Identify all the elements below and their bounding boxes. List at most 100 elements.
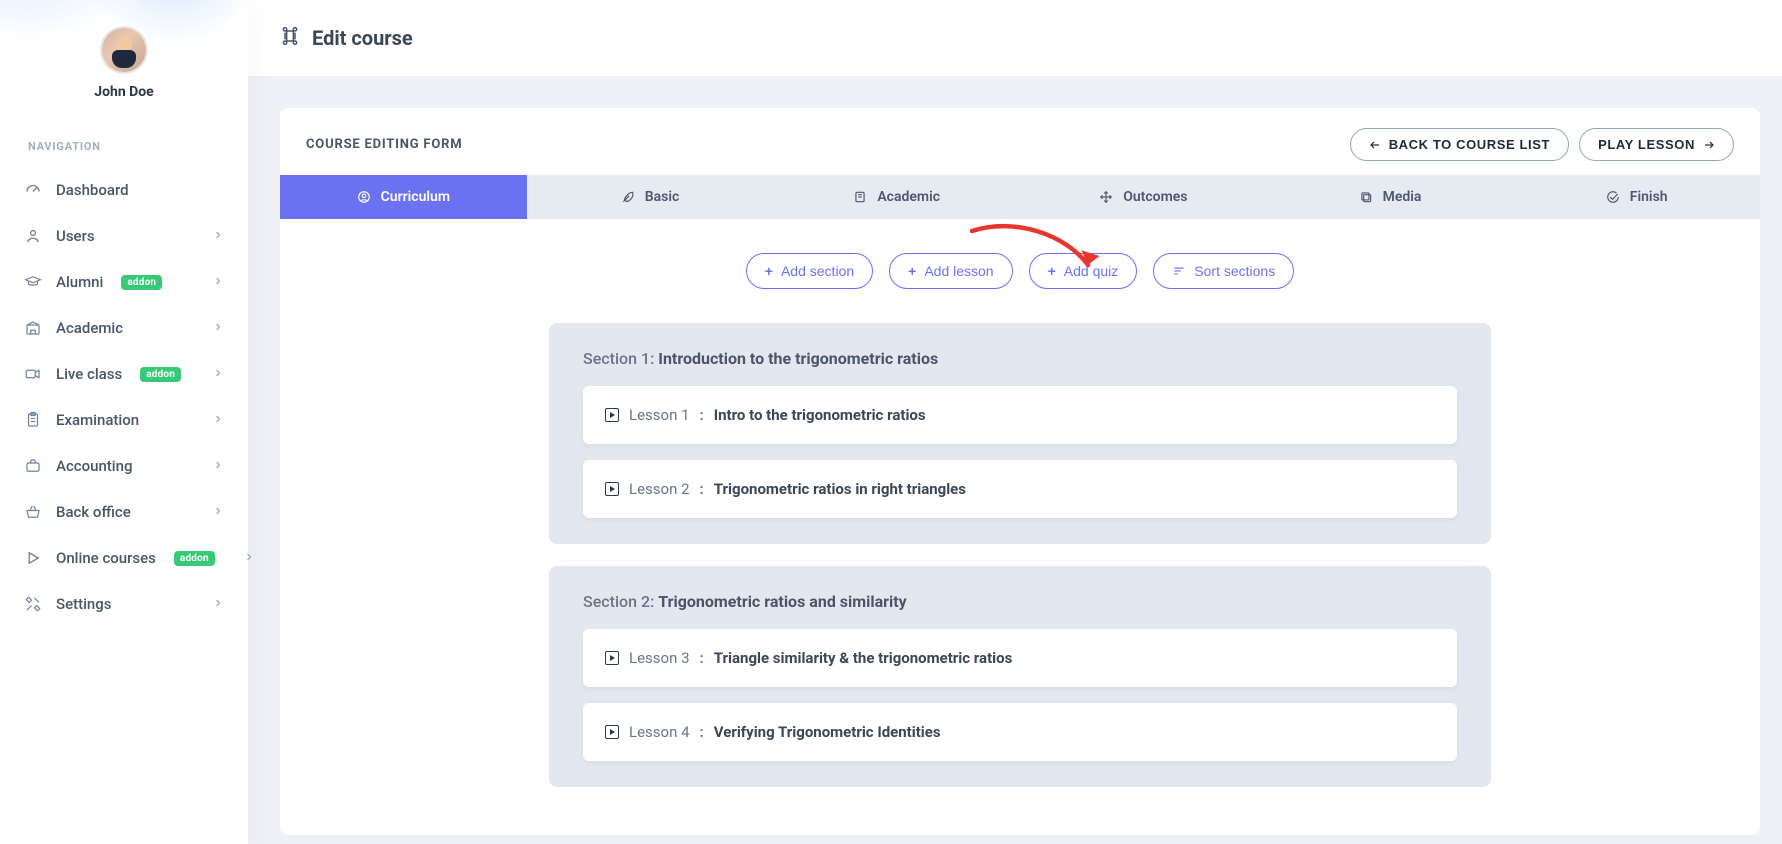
sidebar-item-back-office[interactable]: Back office: [0, 489, 248, 535]
curriculum-body: + Add section + Add lesson + Add quiz So…: [280, 219, 1760, 835]
lesson-row[interactable]: Lesson 3 : Triangle similarity & the tri…: [583, 629, 1457, 687]
user-circle-icon: [357, 190, 371, 204]
sidebar-item-alumni[interactable]: Alumni addon: [0, 259, 248, 305]
addon-badge: addon: [174, 551, 215, 566]
chevron-right-icon: [212, 595, 224, 613]
lesson-row[interactable]: Lesson 2 : Trigonometric ratios in right…: [583, 460, 1457, 518]
sidebar-item-live-class[interactable]: Live class addon: [0, 351, 248, 397]
tab-media[interactable]: Media: [1267, 175, 1514, 219]
sidebar-item-accounting[interactable]: Accounting: [0, 443, 248, 489]
command-icon: [280, 26, 300, 50]
sidebar: John Doe NAVIGATION Dashboard Users Alum: [0, 0, 248, 844]
video-lesson-icon: [605, 725, 619, 739]
section-title: Section 2: Trigonometric ratios and simi…: [583, 592, 1457, 611]
section-block: Section 2: Trigonometric ratios and simi…: [549, 566, 1491, 787]
tab-label: Academic: [877, 189, 940, 205]
gauge-icon: [24, 181, 42, 199]
avatar[interactable]: [102, 28, 146, 72]
tab-curriculum[interactable]: Curriculum: [280, 175, 527, 219]
sidebar-item-users[interactable]: Users: [0, 213, 248, 259]
tab-label: Basic: [645, 189, 680, 205]
tab-label: Finish: [1630, 189, 1668, 205]
play-lesson-button[interactable]: PLAY LESSON: [1579, 128, 1734, 161]
user-icon: [24, 227, 42, 245]
sidebar-item-online-courses[interactable]: Online courses addon: [0, 535, 248, 581]
chevron-right-icon: [212, 365, 224, 383]
video-lesson-icon: [605, 651, 619, 665]
chevron-right-icon: [212, 411, 224, 429]
play-icon: [24, 549, 42, 567]
feather-icon: [621, 190, 635, 204]
arrow-left-icon: [1369, 139, 1381, 151]
sidebar-item-settings[interactable]: Settings: [0, 581, 248, 627]
lesson-prefix: Lesson 3: [629, 649, 690, 667]
section-title-text: Trigonometric ratios and similarity: [658, 592, 906, 611]
card-head: COURSE EDITING FORM BACK TO COURSE LIST …: [280, 108, 1760, 175]
add-lesson-button[interactable]: + Add lesson: [889, 253, 1012, 289]
building-icon: [24, 319, 42, 337]
chevron-right-icon: [243, 549, 255, 567]
sidebar-item-label: Online courses: [56, 549, 156, 567]
add-section-label: Add section: [781, 263, 854, 279]
check-circle-icon: [1606, 190, 1620, 204]
lesson-prefix: Lesson 4: [629, 723, 690, 741]
move-icon: [1099, 190, 1113, 204]
chevron-right-icon: [212, 273, 224, 291]
video-lesson-icon: [605, 482, 619, 496]
page-title: Edit course: [312, 26, 413, 50]
sort-sections-button[interactable]: Sort sections: [1153, 253, 1294, 289]
section-prefix: Section 1: [583, 349, 650, 368]
profile-block: John Doe: [0, 0, 248, 108]
section-block: Section 1: Introduction to the trigonome…: [549, 323, 1491, 544]
grad-cap-icon: [24, 273, 42, 291]
play-button-label: PLAY LESSON: [1598, 137, 1695, 152]
section-prefix: Section 2: [583, 592, 650, 611]
curriculum-actions: + Add section + Add lesson + Add quiz So…: [306, 253, 1734, 289]
tools-icon: [24, 595, 42, 613]
sidebar-item-label: Examination: [56, 411, 139, 429]
tab-outcomes[interactable]: Outcomes: [1020, 175, 1267, 219]
chevron-right-icon: [212, 319, 224, 337]
addon-badge: addon: [121, 275, 162, 290]
tab-finish[interactable]: Finish: [1513, 175, 1760, 219]
lesson-title: Verifying Trigonometric Identities: [714, 723, 941, 741]
sidebar-item-label: Settings: [56, 595, 112, 613]
lesson-title: Triangle similarity & the trigonometric …: [714, 649, 1013, 667]
add-quiz-button[interactable]: + Add quiz: [1029, 253, 1138, 289]
chevron-right-icon: [212, 227, 224, 245]
lesson-title: Intro to the trigonometric ratios: [714, 406, 926, 424]
lesson-title: Trigonometric ratios in right triangles: [714, 480, 966, 498]
section-title: Section 1: Introduction to the trigonome…: [583, 349, 1457, 368]
lesson-row[interactable]: Lesson 4 : Verifying Trigonometric Ident…: [583, 703, 1457, 761]
page-header: Edit course: [248, 0, 1782, 76]
card-title: COURSE EDITING FORM: [306, 137, 462, 152]
add-section-button[interactable]: + Add section: [746, 253, 873, 289]
briefcase-icon: [24, 457, 42, 475]
back-to-list-button[interactable]: BACK TO COURSE LIST: [1350, 128, 1569, 161]
back-button-label: BACK TO COURSE LIST: [1389, 137, 1550, 152]
plus-icon: +: [765, 263, 773, 279]
tab-academic[interactable]: Academic: [773, 175, 1020, 219]
lesson-row[interactable]: Lesson 1 : Intro to the trigonometric ra…: [583, 386, 1457, 444]
course-card: COURSE EDITING FORM BACK TO COURSE LIST …: [280, 108, 1760, 835]
chevron-right-icon: [212, 457, 224, 475]
sidebar-item-label: Users: [56, 227, 95, 245]
sidebar-item-label: Alumni: [56, 273, 103, 291]
sidebar-item-examination[interactable]: Examination: [0, 397, 248, 443]
tabs: Curriculum Basic Academic Outcomes Media…: [280, 175, 1760, 219]
plus-icon: +: [1048, 263, 1056, 279]
sort-icon: [1172, 264, 1186, 278]
lesson-prefix: Lesson 2: [629, 480, 690, 498]
video-lesson-icon: [605, 408, 619, 422]
sidebar-item-dashboard[interactable]: Dashboard: [0, 167, 248, 213]
section-title-text: Introduction to the trigonometric ratios: [658, 349, 938, 368]
nav-heading: NAVIGATION: [0, 108, 248, 167]
book-icon: [853, 190, 867, 204]
sections-list: Section 1: Introduction to the trigonome…: [549, 323, 1491, 787]
sidebar-item-academic[interactable]: Academic: [0, 305, 248, 351]
main-content: Edit course COURSE EDITING FORM BACK TO …: [248, 0, 1782, 844]
sidebar-item-label: Live class: [56, 365, 122, 383]
tab-label: Curriculum: [381, 189, 450, 205]
tab-basic[interactable]: Basic: [527, 175, 774, 219]
nav-list: Dashboard Users Alumni addon: [0, 167, 248, 627]
